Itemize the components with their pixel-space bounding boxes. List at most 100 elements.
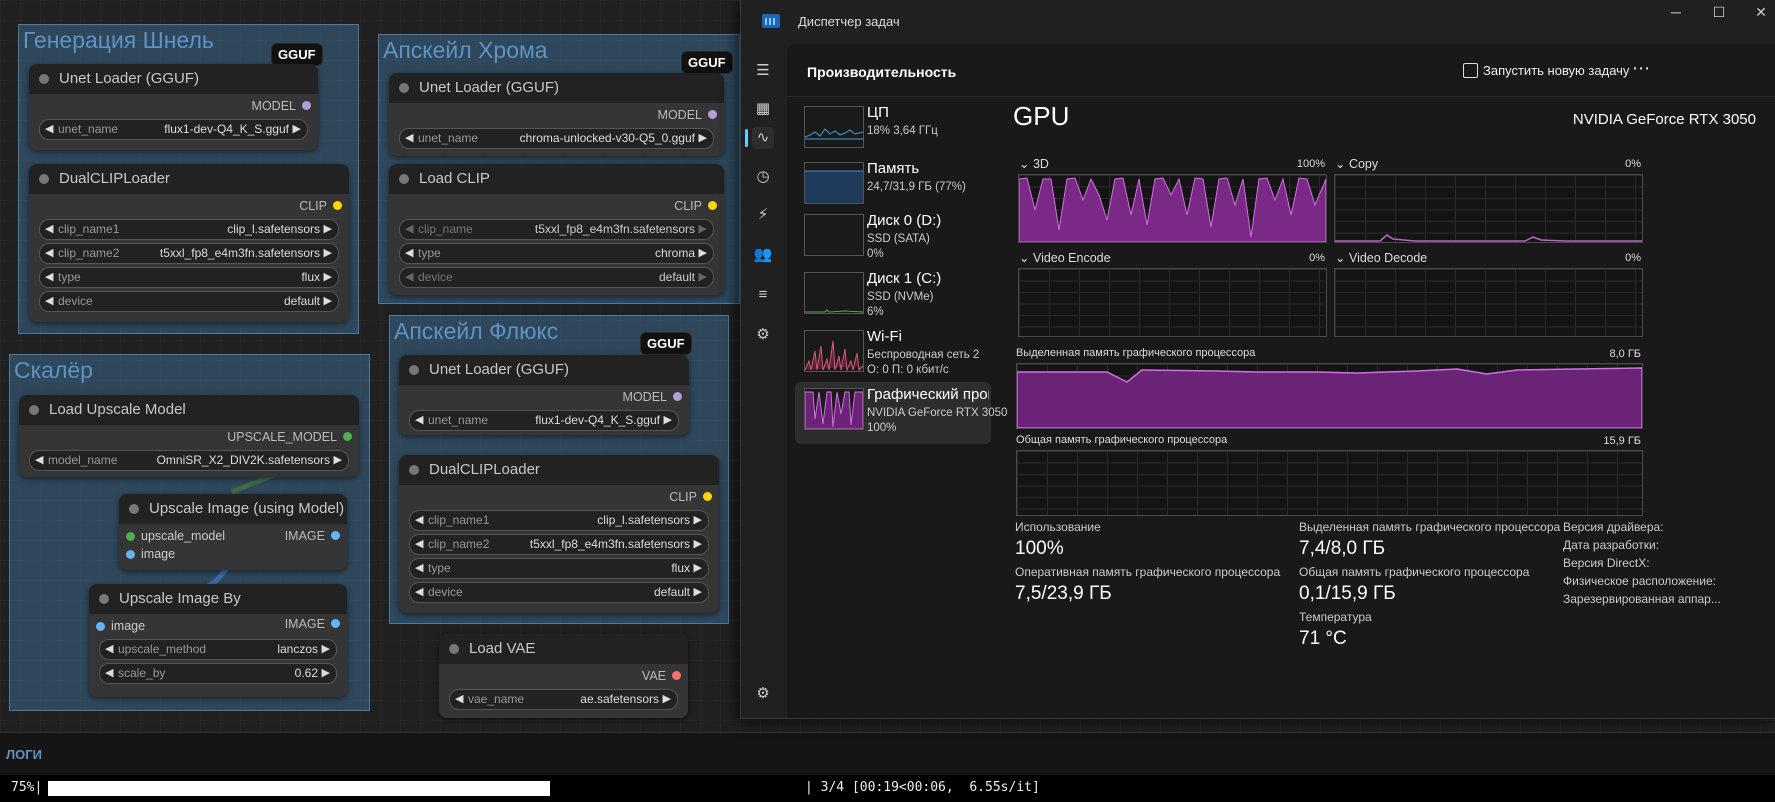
type-combo[interactable]: ◀ type flux ▶ xyxy=(39,267,339,288)
arrow-right-icon[interactable]: ▶ xyxy=(694,511,702,530)
clip-name-combo[interactable]: ◀ clip_name t5xxl_fp8_e4m3fn.safetensors ▶ xyxy=(399,219,714,240)
arrow-right-icon[interactable]: ▶ xyxy=(293,120,301,139)
arrow-right-icon[interactable]: ▶ xyxy=(699,129,707,148)
arrow-left-icon[interactable]: ◀ xyxy=(405,244,413,263)
node-load-upscale-model[interactable]: Load Upscale Model UPSCALE_MODEL ◀ model_… xyxy=(19,395,359,477)
node-unet-loader[interactable]: Unet Loader (GGUF) MODEL ◀ unet_name flux1… xyxy=(399,355,689,435)
arrow-right-icon[interactable]: ▶ xyxy=(324,220,332,239)
clip-output-port[interactable] xyxy=(703,492,712,501)
arrow-left-icon[interactable]: ◀ xyxy=(45,120,53,139)
engine-3d-label[interactable]: ⌄ 3D xyxy=(1019,156,1049,171)
arrow-right-icon[interactable]: ▶ xyxy=(699,268,707,287)
arrow-left-icon[interactable]: ◀ xyxy=(105,640,113,659)
image-input-port[interactable] xyxy=(96,622,105,631)
collapse-dot[interactable] xyxy=(39,174,49,184)
collapse-dot[interactable] xyxy=(39,74,49,84)
scale-by-number[interactable]: ◀ scale_by 0.62 ▶ xyxy=(99,663,337,684)
maximize-icon[interactable]: ☐ xyxy=(1704,4,1734,24)
clip-output-port[interactable] xyxy=(708,201,717,210)
arrow-left-icon[interactable]: ◀ xyxy=(105,664,113,683)
device-combo[interactable]: ◀ device default ▶ xyxy=(39,291,339,312)
resource-item[interactable]: ЦП 18% 3,64 ГГц xyxy=(795,100,991,162)
close-icon[interactable]: ✕ xyxy=(1746,4,1775,24)
arrow-right-icon[interactable]: ▶ xyxy=(664,411,672,430)
clip-output-port[interactable] xyxy=(333,201,342,210)
arrow-left-icon[interactable]: ◀ xyxy=(415,583,423,602)
collapse-dot[interactable] xyxy=(129,504,139,514)
collapse-dot[interactable] xyxy=(409,465,419,475)
arrow-left-icon[interactable]: ◀ xyxy=(45,292,53,311)
vae-output-port[interactable] xyxy=(672,671,681,680)
engine-copy-label[interactable]: ⌄ Copy xyxy=(1335,156,1378,171)
logs-tab[interactable]: ЛОГИ xyxy=(6,747,42,762)
upscale-model-output-port[interactable] xyxy=(343,432,352,441)
resource-item[interactable]: Графический процессор 0 NVIDIA GeForce RT… xyxy=(795,382,1007,444)
arrow-right-icon[interactable]: ▶ xyxy=(324,292,332,311)
node-unet-loader[interactable]: Unet Loader (GGUF) MODEL ◀ unet_name chrom… xyxy=(389,73,724,156)
type-combo[interactable]: ◀ type flux ▶ xyxy=(409,558,709,579)
node-dual-clip-loader[interactable]: DualCLIPLoader CLIP ◀ clip_name1 clip_l.sa… xyxy=(399,455,719,613)
resource-item[interactable]: Wi-Fi Беспроводная сеть 2 О: 0 П: 0 кбит/с xyxy=(795,324,991,386)
arrow-right-icon[interactable]: ▶ xyxy=(694,535,702,554)
clip-name1-combo[interactable]: ◀ clip_name1 clip_l.safetensors ▶ xyxy=(39,219,339,240)
node-load-clip[interactable]: Load CLIP CLIP ◀ clip_name t5xxl_fp8_e4m3f… xyxy=(389,164,724,295)
arrow-right-icon[interactable]: ▶ xyxy=(699,244,707,263)
hamburger-menu-icon[interactable]: ☰ xyxy=(752,60,774,82)
collapse-dot[interactable] xyxy=(449,644,459,654)
image-input-port[interactable] xyxy=(126,550,135,559)
unet-name-combo[interactable]: ◀ unet_name chroma-unlocked-v30-Q5_0.gguf ▶ xyxy=(399,128,714,149)
device-combo[interactable]: ◀ device default ▶ xyxy=(399,267,714,288)
device-combo[interactable]: ◀ device default ▶ xyxy=(409,582,709,603)
minimize-icon[interactable]: ─ xyxy=(1661,4,1691,24)
collapse-dot[interactable] xyxy=(399,174,409,184)
arrow-right-icon[interactable]: ▶ xyxy=(322,640,330,659)
collapse-dot[interactable] xyxy=(29,405,39,415)
arrow-left-icon[interactable]: ◀ xyxy=(405,129,413,148)
arrow-left-icon[interactable]: ◀ xyxy=(35,451,43,470)
users-icon[interactable]: 👥 xyxy=(752,244,774,266)
clip-name2-combo[interactable]: ◀ clip_name2 t5xxl_fp8_e4m3fn.safetensors ▶ xyxy=(409,534,709,555)
node-upscale-image-by[interactable]: Upscale Image By image IMAGE ◀ upscale_me… xyxy=(89,584,347,697)
services-icon[interactable]: ⚙ xyxy=(752,324,774,346)
details-icon[interactable]: ≡ xyxy=(752,284,774,306)
resource-item[interactable]: Диск 1 (C:) SSD (NVMe) 6% xyxy=(795,266,991,328)
settings-icon[interactable]: ⚙ xyxy=(752,683,774,705)
task-manager-window[interactable]: Диспетчер задач ─ ☐ ✕ ☰ ▦ ∿ ◷ ⚡ 👥 ≡ ⚙ ⚙ … xyxy=(740,0,1775,719)
arrow-right-icon[interactable]: ▶ xyxy=(699,220,707,239)
arrow-left-icon[interactable]: ◀ xyxy=(415,559,423,578)
arrow-right-icon[interactable]: ▶ xyxy=(324,268,332,287)
clip-name1-combo[interactable]: ◀ clip_name1 clip_l.safetensors ▶ xyxy=(409,510,709,531)
collapse-dot[interactable] xyxy=(99,594,109,604)
model-output-port[interactable] xyxy=(302,101,311,110)
node-load-vae[interactable]: Load VAE VAE ◀ vae_name ae.safetensors ▶ xyxy=(439,634,688,718)
arrow-right-icon[interactable]: ▶ xyxy=(322,664,330,683)
run-new-task-button[interactable]: Запустить новую задачу xyxy=(1483,63,1629,78)
image-output-port[interactable] xyxy=(331,619,340,628)
resource-item[interactable]: Диск 0 (D:) SSD (SATA) 0% xyxy=(795,208,991,270)
arrow-left-icon[interactable]: ◀ xyxy=(415,511,423,530)
upscale-model-input-port[interactable] xyxy=(126,532,135,541)
arrow-left-icon[interactable]: ◀ xyxy=(415,535,423,554)
startup-apps-icon[interactable]: ⚡ xyxy=(752,204,774,226)
type-combo[interactable]: ◀ type chroma ▶ xyxy=(399,243,714,264)
clip-name2-combo[interactable]: ◀ clip_name2 t5xxl_fp8_e4m3fn.safetensors ▶ xyxy=(39,243,339,264)
model-output-port[interactable] xyxy=(673,392,682,401)
node-upscale-image-using-model[interactable]: Upscale Image (using Model) IMAGE upscal… xyxy=(119,494,347,570)
arrow-left-icon[interactable]: ◀ xyxy=(455,690,463,709)
app-history-icon[interactable]: ◷ xyxy=(752,166,774,188)
model-name-combo[interactable]: ◀ model_name OmniSR_X2_DIV2K.safetensors ▶ xyxy=(29,450,349,471)
run-task-icon[interactable] xyxy=(1463,63,1478,78)
node-unet-loader[interactable]: Unet Loader (GGUF) MODEL ◀ unet_name flux1… xyxy=(29,64,318,150)
upscale-method-combo[interactable]: ◀ upscale_method lanczos ▶ xyxy=(99,639,337,660)
arrow-left-icon[interactable]: ◀ xyxy=(415,411,423,430)
arrow-right-icon[interactable]: ▶ xyxy=(334,451,342,470)
collapse-dot[interactable] xyxy=(399,83,409,93)
arrow-left-icon[interactable]: ◀ xyxy=(45,268,53,287)
arrow-left-icon[interactable]: ◀ xyxy=(405,220,413,239)
engine-video-encode-label[interactable]: ⌄ Video Encode xyxy=(1019,250,1111,265)
more-options-icon[interactable]: ⋯ xyxy=(1632,58,1650,79)
arrow-left-icon[interactable]: ◀ xyxy=(45,244,53,263)
model-output-port[interactable] xyxy=(708,110,717,119)
collapse-dot[interactable] xyxy=(409,365,419,375)
arrow-right-icon[interactable]: ▶ xyxy=(694,559,702,578)
